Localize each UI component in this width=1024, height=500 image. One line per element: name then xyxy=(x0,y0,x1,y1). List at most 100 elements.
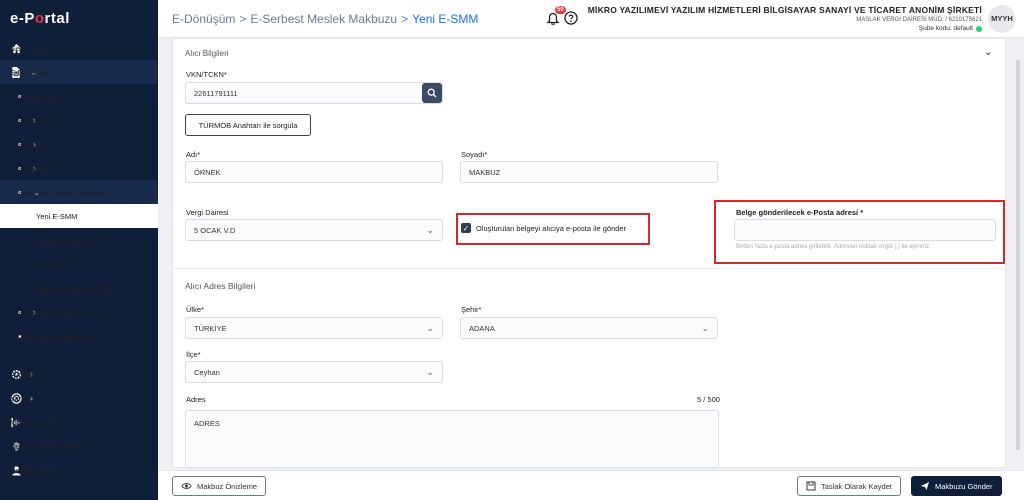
breadcrumb-separator: > xyxy=(401,11,409,26)
ilce-select[interactable]: Ceyhan ⌄ xyxy=(185,361,443,383)
sidebar-item-e-arsiv[interactable]: E-Arşiv › xyxy=(0,132,158,156)
vergi-dairesi-label: Vergi Dairesi xyxy=(186,208,229,217)
ad-value: ÖRNEK xyxy=(194,167,221,177)
chevron-down-icon: ⌄ xyxy=(426,367,434,377)
sidebar-item-fatura-olustur[interactable]: Fatura Oluştur xyxy=(0,84,158,108)
breadcrumb-item-e-smm[interactable]: E-Serbest Meslek Makbuzu xyxy=(250,12,397,26)
sidebar-item-label: E-SMM'ler xyxy=(36,259,71,269)
vkn-label: VKN/TCKN* xyxy=(186,70,227,79)
turmob-query-button[interactable]: TÜRMOB Anahtarı ile sorgula xyxy=(185,114,311,136)
email-input[interactable] xyxy=(734,219,996,241)
vkn-value: 22611791111 xyxy=(194,88,238,98)
sidebar-item-label: Destek Bilgileri xyxy=(10,465,60,475)
send-icon xyxy=(921,482,929,490)
sidebar: e-P o rtal Genel Bakış E-Dönüşüm ⌄ Fatura … xyxy=(0,0,158,500)
chevron-down-icon[interactable]: ⌄ xyxy=(984,45,993,58)
sidebar-item-label: E-Serbest Meslek Makbuzu xyxy=(18,187,110,197)
sidebar-item-taslak-e-smm[interactable]: Taslak E-SMM'ler xyxy=(0,228,158,252)
section-title-alici: Alıcı Bilgileri xyxy=(185,49,229,58)
sidebar-item-e-fatura[interactable]: E-Fatura › xyxy=(0,108,158,132)
email-hint: Birden fazla e-posta adresi girilebilir.… xyxy=(736,244,931,250)
header-icons: 50 xyxy=(546,5,578,27)
ilce-value: Ceyhan xyxy=(194,367,220,377)
ulke-select[interactable]: TÜRKİYE ⌄ xyxy=(185,317,443,339)
adres-textarea[interactable]: ADRES xyxy=(185,410,719,468)
avatar[interactable]: MYYH xyxy=(988,4,1016,33)
soyad-value: MAKBUZ xyxy=(469,167,501,177)
save-draft-button-label: Taslak Olarak Kaydet xyxy=(821,481,892,491)
sidebar-item-oneri-talep[interactable]: Öneri ve Talep Gönder xyxy=(0,434,158,458)
sidebar-item-gib-kayitli[interactable]: GİB Kayıtlı Kullanıcılar xyxy=(0,324,158,348)
sidebar-item-label: Öneri ve Talep Gönder xyxy=(10,441,86,451)
soyad-label: Soyadı* xyxy=(461,150,488,159)
sidebar-item-menuyu-gizle[interactable]: Menüyü Gizle xyxy=(0,410,158,434)
section-title-adres: Alıcı Adres Bilgileri xyxy=(185,281,256,291)
sidebar-item-e-mustahsil[interactable]: E-Müstahsil Makbuzu › xyxy=(0,300,158,324)
breadcrumb: E-Dönüşüm > E-Serbest Meslek Makbuzu > Y… xyxy=(158,12,546,26)
branch-code-text: Şube kodu: default xyxy=(918,25,973,32)
ad-label: Adı* xyxy=(186,150,201,159)
sidebar-item-label: GİB Kayıtlı Kullanıcılar xyxy=(18,331,94,341)
sehir-label: Şehir* xyxy=(461,305,482,314)
breadcrumb-separator: > xyxy=(239,11,247,26)
sidebar-item-label: E-Dönüşüm xyxy=(10,67,50,77)
sidebar-item-label: Taslak E-SMM'ler xyxy=(36,235,95,245)
chevron-down-icon: ⌄ xyxy=(426,323,434,333)
help-circle-icon[interactable] xyxy=(564,10,578,27)
sidebar-item-label: Genel Bakış xyxy=(10,43,51,53)
sidebar-item-label: Yeni E-SMM xyxy=(36,211,78,221)
sidebar-item-label: E-Fatura xyxy=(18,115,48,125)
sidebar-item-ayarlar[interactable]: Ayarlar › xyxy=(0,362,158,386)
sidebar-item-rapor-gonderme[interactable]: Rapor Gönderme Talebi xyxy=(0,276,158,300)
section-divider xyxy=(173,268,1006,269)
send-receipt-button[interactable]: Makbuzu Gönder xyxy=(911,476,1002,496)
email-send-checkbox[interactable]: ✓ Oluşturulan belgeyi alıcıya e-posta il… xyxy=(461,223,626,233)
ulke-value: TÜRKİYE xyxy=(194,323,227,333)
nav-spacer xyxy=(0,348,158,362)
vkn-input[interactable]: 22611791111 xyxy=(185,82,443,104)
eye-icon xyxy=(181,483,192,489)
sidebar-item-label: E-Müstahsil Makbuzu xyxy=(18,307,90,317)
preview-button[interactable]: Makbuz Önizleme xyxy=(172,476,267,496)
sidebar-item-label: Menüyü Gizle xyxy=(10,417,56,427)
sidebar-item-e-irsaliye[interactable]: E-İrsaliye › xyxy=(0,156,158,180)
top-header: E-Dönüşüm > E-Serbest Meslek Makbuzu > Y… xyxy=(158,0,1024,38)
soyad-input[interactable]: MAKBUZ xyxy=(460,161,718,183)
branch-code: Şube kodu: default xyxy=(588,25,982,32)
sidebar-item-e-donusum[interactable]: E-Dönüşüm ⌄ xyxy=(0,60,158,84)
status-ok-icon xyxy=(976,25,982,32)
adres-char-count: 5 / 500 xyxy=(697,395,720,404)
scrollbar[interactable] xyxy=(1016,60,1020,450)
breadcrumb-item-e-donusum[interactable]: E-Dönüşüm xyxy=(172,12,235,26)
email-label: Belge gönderilecek e-Posta adresi * xyxy=(736,208,864,217)
bell-icon[interactable]: 50 xyxy=(546,5,566,26)
ad-input[interactable]: ÖRNEK xyxy=(185,161,443,183)
sidebar-item-destek[interactable]: Destek Bilgileri xyxy=(0,458,158,482)
search-icon xyxy=(427,88,437,98)
sidebar-item-label: E-Arşiv xyxy=(18,139,43,149)
logo-text-end: rtal xyxy=(44,9,70,27)
app-logo[interactable]: e-P o rtal xyxy=(0,0,158,36)
sidebar-item-label: Fatura Oluştur xyxy=(18,91,66,101)
sidebar-item-e-smmler[interactable]: E-SMM'ler xyxy=(0,252,158,276)
sehir-select[interactable]: ADANA ⌄ xyxy=(460,317,718,339)
sidebar-item-label: Ayarlar xyxy=(10,369,34,379)
checkbox-checked-icon: ✓ xyxy=(461,223,471,233)
sidebar-item-label: E-İrsaliye xyxy=(18,163,50,173)
save-draft-button[interactable]: Taslak Olarak Kaydet xyxy=(797,476,901,496)
company-info: MİKRO YAZILIMEVİ YAZILIM HİZMETLERİ BİLG… xyxy=(588,5,982,32)
sidebar-item-genel-bakis[interactable]: Genel Bakış xyxy=(0,36,158,60)
logo-accent: o xyxy=(34,9,45,27)
sidebar-item-yeni-e-smm[interactable]: Yeni E-SMM xyxy=(0,204,158,228)
send-receipt-button-label: Makbuzu Gönder xyxy=(935,481,993,491)
vergi-dairesi-select[interactable]: 5 OCAK V.D ⌄ xyxy=(185,219,443,241)
ulke-label: Ülke* xyxy=(186,305,204,314)
preview-button-label: Makbuz Önizleme xyxy=(197,481,258,491)
ilce-label: İlçe* xyxy=(186,350,201,359)
search-button[interactable] xyxy=(422,83,442,103)
company-name: MİKRO YAZILIMEVİ YAZILIM HİZMETLERİ BİLG… xyxy=(587,5,982,15)
sidebar-item-e-smm[interactable]: E-Serbest Meslek Makbuzu ⌄ xyxy=(0,180,158,204)
save-icon xyxy=(806,481,816,491)
sidebar-item-yardim[interactable]: Yardım › xyxy=(0,386,158,410)
checkbox-label: Oluşturulan belgeyi alıcıya e-posta ile … xyxy=(476,223,627,233)
